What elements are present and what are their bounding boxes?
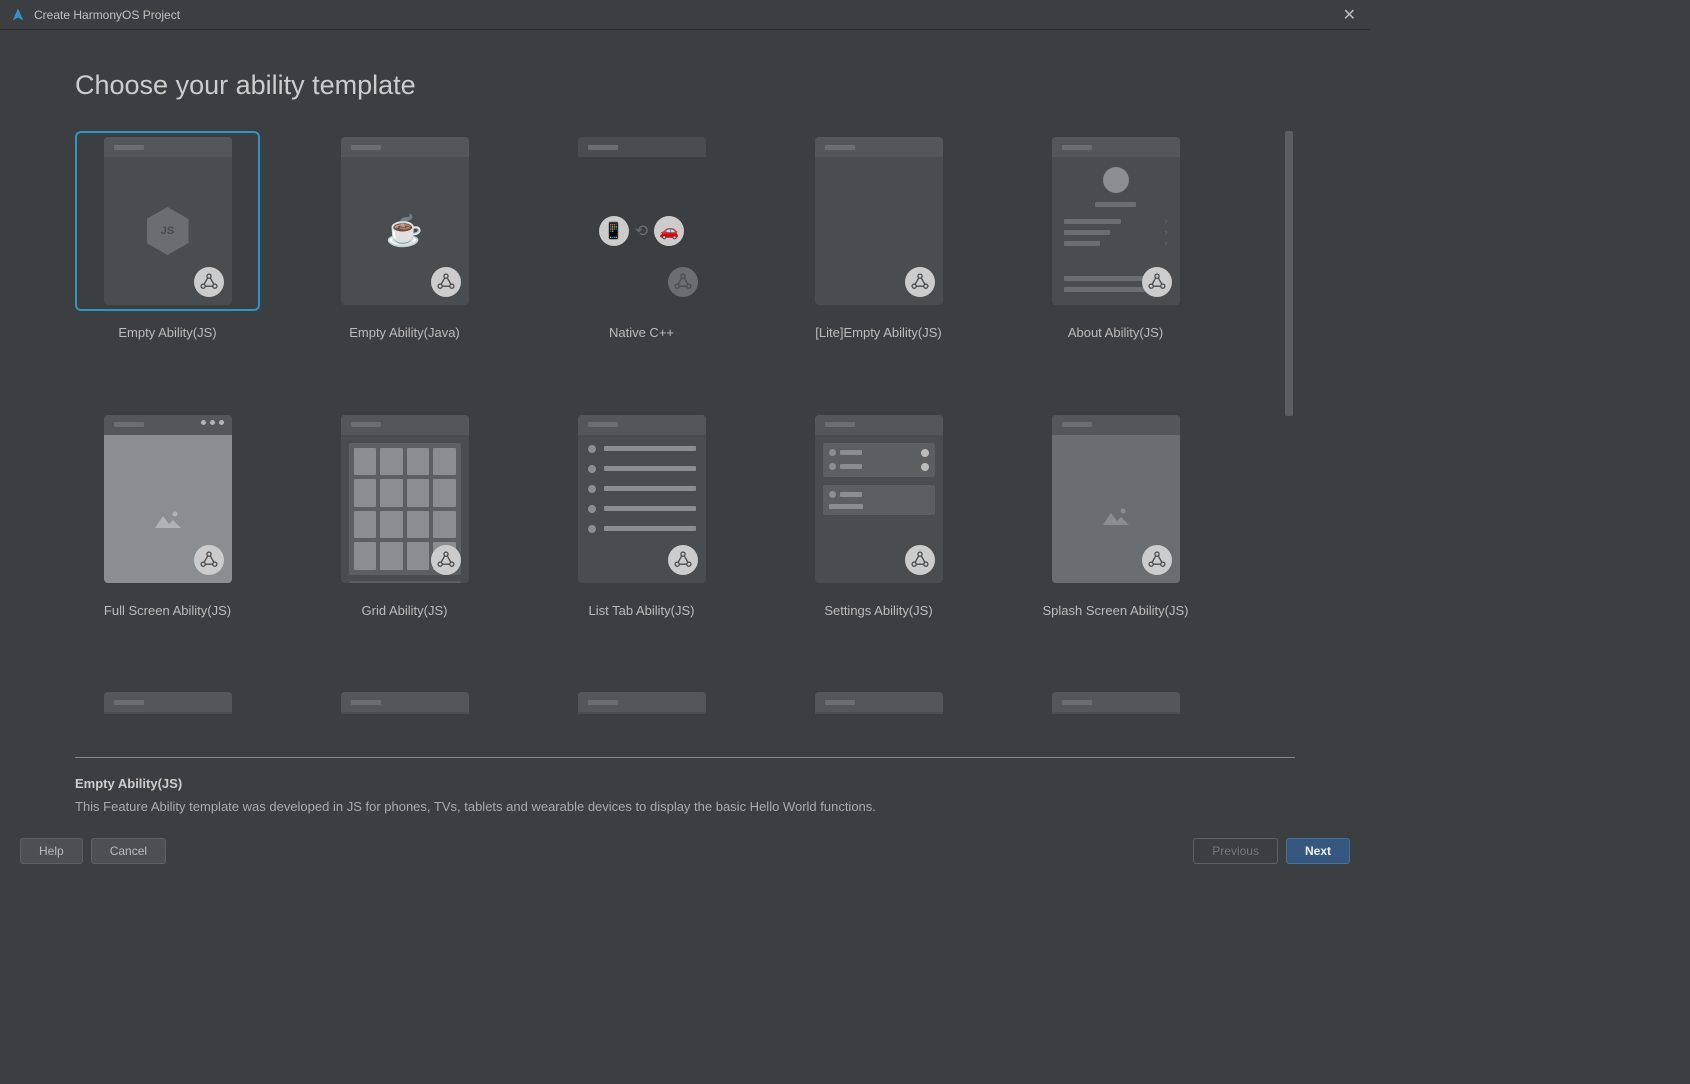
template-splash-js[interactable]: Splash Screen Ability(JS) <box>1023 409 1208 655</box>
description-panel: Empty Ability(JS) This Feature Ability t… <box>0 758 1370 827</box>
avatar-icon <box>1103 167 1129 193</box>
template-partial-0[interactable] <box>75 686 260 753</box>
template-empty-js[interactable]: JS Empty Ability(JS) <box>75 131 260 377</box>
js-icon: JS <box>147 207 189 255</box>
share-icon <box>1142 545 1172 575</box>
template-about-js[interactable]: › › › About Ability(JS) <box>1023 131 1208 377</box>
device-sync-icon: 📱 ⟲ 🚗 <box>599 216 684 246</box>
template-label: Grid Ability(JS) <box>362 603 448 618</box>
description-text: This Feature Ability template was develo… <box>75 797 1295 817</box>
scrollbar-thumb[interactable] <box>1285 131 1293 416</box>
templates-scroll-area: JS Empty Ability(JS) ☕ Empty Ability(Jav… <box>75 131 1295 753</box>
template-label: Full Screen Ability(JS) <box>104 603 231 618</box>
share-icon <box>431 267 461 297</box>
template-listtab-js[interactable]: List Tab Ability(JS) <box>549 409 734 655</box>
list-icon <box>578 435 706 543</box>
description-title: Empty Ability(JS) <box>75 776 1295 791</box>
share-icon <box>431 545 461 575</box>
template-grid-js[interactable]: Grid Ability(JS) <box>312 409 497 655</box>
share-icon <box>194 545 224 575</box>
window-dots-icon <box>201 420 224 425</box>
window-title: Create HarmonyOS Project <box>34 8 1339 22</box>
share-icon <box>668 267 698 297</box>
template-empty-java[interactable]: ☕ Empty Ability(Java) <box>312 131 497 377</box>
template-label: Native C++ <box>609 325 674 340</box>
coffee-icon: ☕ <box>386 214 423 249</box>
template-partial-1[interactable] <box>312 686 497 753</box>
template-label: Splash Screen Ability(JS) <box>1043 603 1189 618</box>
titlebar: Create HarmonyOS Project ✕ <box>0 0 1370 30</box>
template-label: List Tab Ability(JS) <box>589 603 695 618</box>
template-label: [Lite]Empty Ability(JS) <box>815 325 941 340</box>
template-label: Settings Ability(JS) <box>824 603 932 618</box>
template-settings-js[interactable]: Settings Ability(JS) <box>786 409 971 655</box>
settings-icon <box>815 435 943 523</box>
close-icon[interactable]: ✕ <box>1339 5 1360 25</box>
content-area: Choose your ability template JS Empty Ab… <box>0 30 1370 753</box>
share-icon <box>905 545 935 575</box>
previous-button: Previous <box>1193 838 1278 864</box>
template-partial-3[interactable] <box>786 686 971 753</box>
template-lite-empty-js[interactable]: [Lite]Empty Ability(JS) <box>786 131 971 377</box>
cancel-button[interactable]: Cancel <box>91 838 166 864</box>
help-button[interactable]: Help <box>20 838 83 864</box>
template-label: Empty Ability(JS) <box>118 325 216 340</box>
button-bar: Help Cancel Previous Next <box>0 826 1370 880</box>
share-icon <box>194 267 224 297</box>
scrollbar[interactable] <box>1285 131 1295 526</box>
page-title: Choose your ability template <box>75 70 1295 101</box>
next-button[interactable]: Next <box>1286 838 1350 864</box>
template-label: Empty Ability(Java) <box>349 325 460 340</box>
share-icon <box>1142 267 1172 297</box>
templates-grid: JS Empty Ability(JS) ☕ Empty Ability(Jav… <box>75 131 1265 753</box>
image-icon <box>1101 505 1131 533</box>
share-icon <box>668 545 698 575</box>
template-label: About Ability(JS) <box>1068 325 1163 340</box>
share-icon <box>905 267 935 297</box>
template-partial-4[interactable] <box>1023 686 1208 753</box>
template-fullscreen-js[interactable]: Full Screen Ability(JS) <box>75 409 260 655</box>
template-partial-2[interactable] <box>549 686 734 753</box>
app-icon <box>10 7 26 23</box>
template-native-cpp[interactable]: 📱 ⟲ 🚗 Native C++ <box>549 131 734 377</box>
